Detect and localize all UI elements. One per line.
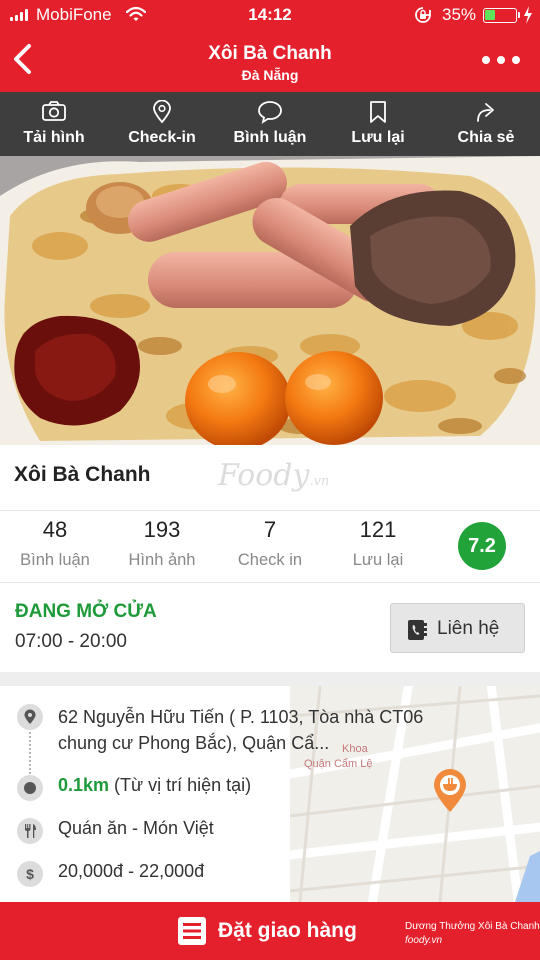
divider xyxy=(0,510,540,511)
divider xyxy=(0,582,540,583)
page-title: Xôi Bà Chanh xyxy=(208,43,332,64)
action-label: Lưu lại xyxy=(351,129,405,146)
restaurant-name: Xôi Bà Chanh xyxy=(14,463,151,486)
dollar-icon: $ xyxy=(26,866,34,882)
action-label: Check-in xyxy=(128,129,196,146)
fork-knife-icon xyxy=(25,824,36,838)
page-subtitle: Đà Nẵng xyxy=(241,67,299,83)
stat-label: Hình ảnh xyxy=(128,551,196,569)
stat-checkins[interactable]: 7 Check in xyxy=(215,517,325,570)
photo-credit: Dương Thưởng Xôi Bà Chanh xyxy=(405,921,540,932)
charging-icon xyxy=(524,6,532,24)
comment-icon xyxy=(258,101,282,124)
section-gap xyxy=(0,672,540,686)
price-range: 20,000đ - 22,000đ xyxy=(58,861,205,881)
status-bar: MobiFone 14:12 35% xyxy=(0,0,540,30)
category-text: Quán ăn - Món Việt xyxy=(58,818,214,838)
bookmark-icon xyxy=(370,101,386,123)
action-label: Tải hình xyxy=(23,129,85,146)
distance-note: (Từ vị trí hiện tại) xyxy=(109,775,252,795)
distance-value: 0.1km xyxy=(58,775,110,795)
battery-percent: 35% xyxy=(442,5,477,24)
info-icon xyxy=(17,704,43,730)
distance-row: 0.1km (Từ vị trí hiện tại) xyxy=(58,775,251,796)
action-bar: Tải hình Check-in Bình luận Lưu lại Chia… xyxy=(0,92,540,156)
battery-cap xyxy=(518,12,520,18)
stat-value: 48 xyxy=(42,517,68,542)
rotation-lock-icon xyxy=(415,7,431,23)
stat-value: 7 xyxy=(263,517,277,542)
stat-label: Bình luận xyxy=(20,551,90,569)
share-button[interactable]: Chia sẻ xyxy=(432,92,540,156)
stat-photos[interactable]: 193 Hình ảnh xyxy=(107,517,217,570)
restaurant-photo[interactable] xyxy=(0,156,540,445)
restaurant-marker-icon[interactable] xyxy=(432,768,468,814)
info-icon: $ xyxy=(17,861,43,887)
stat-label: Check in xyxy=(237,551,303,569)
rating-badge[interactable]: 7.2 xyxy=(458,522,506,570)
checkin-button[interactable]: Check-in xyxy=(108,92,216,156)
stat-saves[interactable]: 121 Lưu lại xyxy=(323,517,433,570)
save-button[interactable]: Lưu lại xyxy=(324,92,432,156)
svg-text:$: $ xyxy=(26,866,34,882)
food-photo-drawing xyxy=(0,156,540,445)
order-list-icon xyxy=(178,917,206,945)
opening-hours: 07:00 - 20:00 xyxy=(15,631,127,652)
watermark-suffix: .vn xyxy=(309,474,330,489)
phone-book-icon xyxy=(408,620,427,640)
stat-value: 193 xyxy=(143,517,181,542)
current-location-icon xyxy=(24,782,36,794)
share-icon xyxy=(477,103,494,122)
comment-button[interactable]: Bình luận xyxy=(216,92,324,156)
foody-watermark: Foody.vn xyxy=(218,458,329,493)
top-bar: MobiFone 14:12 35% Xôi Bà Chanh Đà Nẵng xyxy=(0,0,540,92)
more-icon[interactable] xyxy=(482,56,520,66)
open-status: ĐANG MỞ CỬA xyxy=(15,601,157,622)
location-pin-icon xyxy=(153,100,171,124)
credit-logo: foody.vn xyxy=(405,935,443,946)
address-text[interactable]: 62 Nguyễn Hữu Tiến ( P. 1103, Tòa nhà CT… xyxy=(58,704,438,756)
contact-button[interactable]: Liên hệ xyxy=(390,603,525,653)
action-label: Bình luận xyxy=(233,129,307,146)
camera-icon xyxy=(42,101,66,121)
battery-icon xyxy=(483,8,517,23)
stat-value: 121 xyxy=(359,517,397,542)
watermark-text: Foody xyxy=(218,458,310,493)
order-label: Đặt giao hàng xyxy=(218,919,357,942)
stat-comments[interactable]: 48 Bình luận xyxy=(0,517,110,570)
info-icon xyxy=(17,775,43,801)
upload-photo-button[interactable]: Tải hình xyxy=(0,92,108,156)
map-pin-icon xyxy=(24,709,36,724)
dotted-connector xyxy=(29,732,31,774)
map-label: Quận Cẩm Lệ xyxy=(304,758,373,770)
stat-label: Lưu lại xyxy=(352,551,404,569)
contact-label: Liên hệ xyxy=(437,618,500,639)
info-icon xyxy=(17,818,43,844)
action-label: Chia sẻ xyxy=(457,129,515,146)
